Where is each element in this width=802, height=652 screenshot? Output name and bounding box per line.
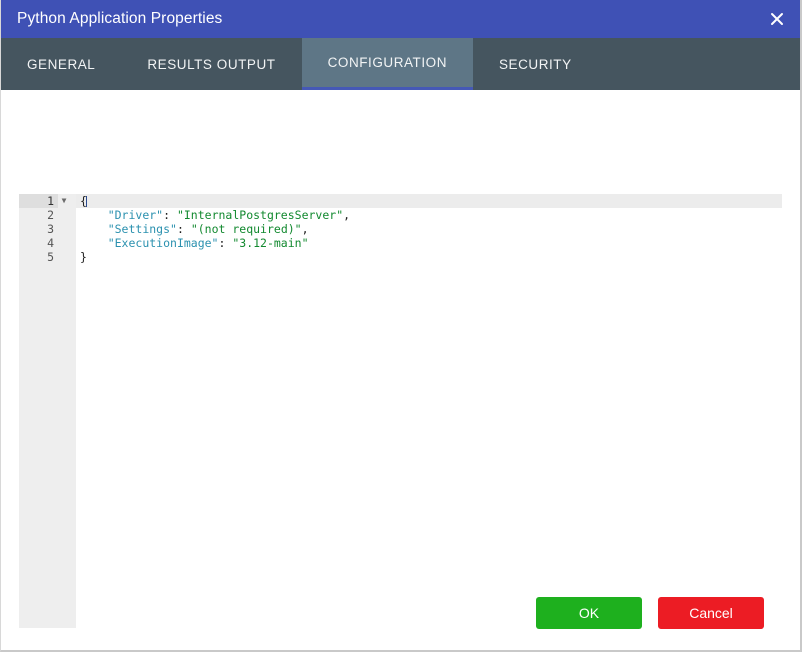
code-line-4: "ExecutionImage": "3.12-main"	[80, 236, 765, 250]
line-number-5: 5	[47, 250, 54, 264]
text-caret	[86, 196, 87, 207]
code-indent	[80, 208, 108, 222]
code-token-punct: ,	[302, 222, 309, 236]
line-number-2: 2	[47, 208, 54, 222]
code-line-2: "Driver": "InternalPostgresServer",	[80, 208, 765, 222]
code-token-punct: }	[80, 250, 87, 264]
line-number-3: 3	[47, 222, 54, 236]
tab-configuration[interactable]: CONFIGURATION	[302, 38, 473, 90]
tab-security-label: SECURITY	[499, 57, 572, 72]
tab-results-output-label: RESULTS OUTPUT	[147, 57, 275, 72]
tab-bar: GENERAL RESULTS OUTPUT CONFIGURATION SEC…	[1, 38, 800, 90]
editor-code-area[interactable]: { "Driver": "InternalPostgresServer", "S…	[76, 194, 765, 628]
code-indent	[80, 222, 108, 236]
code-token-str: "InternalPostgresServer"	[177, 208, 343, 222]
editor-fold-column	[58, 194, 76, 628]
gutter-line-1: 1 ▼	[19, 194, 58, 208]
gutter-line-2: 2	[19, 208, 58, 222]
tab-results-output[interactable]: RESULTS OUTPUT	[121, 38, 301, 90]
close-button[interactable]	[754, 0, 800, 38]
code-line-3: "Settings": "(not required)",	[80, 222, 765, 236]
code-token-str: "3.12-main"	[232, 236, 308, 250]
code-token-punct: :	[163, 208, 177, 222]
gutter-line-5: 5	[19, 250, 58, 264]
tab-panel-configuration: 1 ▼ 2 3 4 5 { "Driver": "InternalPostgre…	[1, 90, 800, 650]
dialog-titlebar: Python Application Properties	[1, 0, 800, 38]
tab-security[interactable]: SECURITY	[473, 38, 598, 90]
code-token-punct: :	[218, 236, 232, 250]
gutter-line-4: 4	[19, 236, 58, 250]
close-icon	[770, 12, 784, 26]
code-token-key: "Driver"	[108, 208, 163, 222]
code-token-str: "(not required)"	[191, 222, 302, 236]
code-indent	[80, 236, 108, 250]
dialog-title: Python Application Properties	[1, 10, 222, 28]
editor-gutter: 1 ▼ 2 3 4 5	[19, 194, 58, 628]
tab-configuration-label: CONFIGURATION	[328, 55, 447, 70]
code-line-1: {	[80, 194, 765, 208]
gutter-line-3: 3	[19, 222, 58, 236]
line-number-1: 1	[47, 194, 54, 208]
code-token-punct: ,	[343, 208, 350, 222]
tab-general[interactable]: GENERAL	[1, 38, 121, 90]
json-code-editor[interactable]: 1 ▼ 2 3 4 5 { "Driver": "InternalPostgre…	[19, 194, 765, 628]
tab-general-label: GENERAL	[27, 57, 95, 72]
code-token-punct: :	[177, 222, 191, 236]
code-line-5: }	[80, 250, 765, 264]
code-token-key: "Settings"	[108, 222, 177, 236]
code-fold-toggle-icon[interactable]: ▼	[58, 194, 70, 208]
code-token-key: "ExecutionImage"	[108, 236, 219, 250]
properties-dialog: Python Application Properties GENERAL RE…	[0, 0, 802, 652]
line-number-4: 4	[47, 236, 54, 250]
